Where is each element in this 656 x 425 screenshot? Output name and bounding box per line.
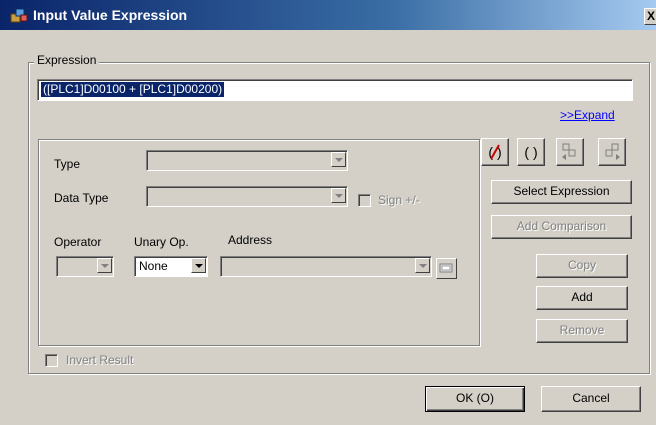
move-term-left-button[interactable]	[556, 138, 584, 166]
expression-value: ([PLC1]D00100 + [PLC1]D00200)	[41, 82, 225, 97]
invert-result-label: Invert Result	[66, 353, 134, 367]
unary-op-label: Unary Op.	[134, 235, 189, 249]
input-value-expression-dialog: Input Value Expression X Expression ([PL…	[0, 0, 656, 425]
chevron-down-icon	[191, 258, 206, 273]
window-title: Input Value Expression	[33, 7, 188, 23]
data-type-select[interactable]	[146, 186, 348, 207]
clear-icon: ( )	[488, 144, 501, 160]
address-label: Address	[228, 233, 273, 247]
app-icon	[10, 8, 28, 23]
select-expression-button[interactable]: Select Expression	[491, 180, 632, 204]
address-input-button[interactable]	[436, 258, 457, 279]
add-button[interactable]: Add	[536, 286, 628, 310]
cancel-button[interactable]: Cancel	[541, 386, 641, 412]
move-right-icon	[605, 143, 620, 160]
sign-checkbox[interactable]	[358, 194, 371, 207]
type-label: Type	[54, 157, 81, 171]
move-term-right-button[interactable]	[598, 138, 626, 166]
operator-label: Operator	[54, 235, 102, 249]
chevron-down-icon	[331, 188, 346, 203]
clear-term-button[interactable]: ( )	[481, 138, 509, 166]
expression-input[interactable]: ([PLC1]D00100 + [PLC1]D00200)	[37, 79, 633, 101]
chevron-down-icon	[415, 258, 430, 273]
keypad-icon	[439, 263, 453, 273]
data-type-label: Data Type	[54, 191, 109, 205]
expression-group-label: Expression	[34, 53, 100, 67]
address-select[interactable]	[220, 256, 432, 277]
unary-op-select-value: None	[139, 259, 168, 273]
title-bar[interactable]: Input Value Expression X	[0, 0, 656, 30]
close-button[interactable]: X	[644, 8, 656, 25]
chevron-down-icon	[97, 258, 112, 273]
sign-label: Sign +/-	[378, 193, 420, 207]
operator-select[interactable]	[56, 256, 114, 277]
ok-button[interactable]: OK (O)	[425, 386, 525, 412]
type-select[interactable]	[146, 150, 348, 171]
remove-button[interactable]: Remove	[536, 319, 628, 343]
copy-button[interactable]: Copy	[536, 254, 628, 278]
parentheses-button[interactable]: ( )	[517, 138, 545, 166]
unary-op-select[interactable]: None	[134, 256, 208, 277]
expand-link[interactable]: >>Expand	[560, 108, 615, 122]
chevron-down-icon	[331, 152, 346, 167]
invert-result-checkbox[interactable]	[45, 354, 58, 367]
add-comparison-button[interactable]: Add Comparison	[491, 215, 632, 239]
parentheses-icon: ( )	[524, 144, 537, 160]
move-left-icon	[562, 143, 576, 160]
svg-text:( ): ( )	[524, 144, 537, 160]
